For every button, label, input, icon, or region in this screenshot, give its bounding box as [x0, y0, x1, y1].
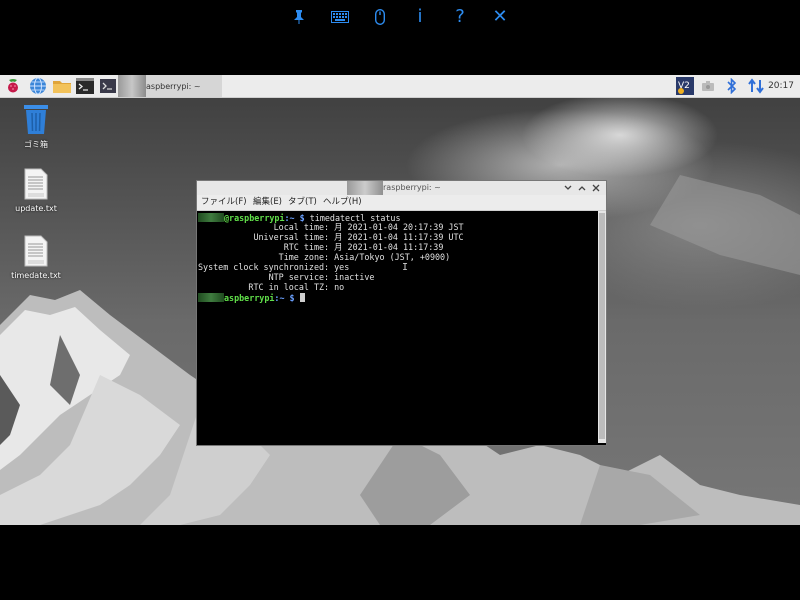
camera-tray-icon[interactable] — [700, 77, 716, 95]
network-transfer-icon[interactable] — [746, 77, 766, 95]
trash-icon — [24, 105, 48, 134]
terminal-scrollbar[interactable] — [598, 211, 606, 443]
clock[interactable]: 20:17 — [768, 75, 794, 97]
terminal-output[interactable]: @raspberrypi:~ $ timedatectl status Loca… — [197, 211, 598, 443]
redacted-username — [198, 213, 224, 222]
web-browser-icon[interactable] — [28, 77, 48, 95]
info-icon[interactable]: i — [407, 4, 433, 30]
chevron-up-icon — [578, 186, 586, 191]
desktop-icon-trash[interactable]: ゴミ箱 — [6, 103, 66, 150]
minimize-button[interactable] — [562, 181, 574, 195]
pin-icon[interactable] — [286, 4, 312, 30]
terminal-task-icon[interactable] — [99, 77, 117, 95]
close-icon — [592, 184, 600, 192]
file-manager-icon[interactable] — [52, 77, 72, 95]
mouse-icon[interactable] — [367, 4, 393, 30]
terminal-menubar: ファイル(F) 編集(E) タブ(T) ヘルプ(H) — [197, 195, 606, 211]
desktop-icon-update-txt[interactable]: update.txt — [6, 168, 66, 213]
text-cursor — [299, 293, 305, 302]
text-file-icon — [24, 168, 48, 200]
taskbar-window-label: aspberrypi: ~ — [146, 81, 201, 91]
terminal-prompt-line: aspberrypi:~ $ — [198, 293, 305, 303]
help-icon[interactable]: ? — [447, 4, 473, 30]
scrollbar-thumb[interactable] — [599, 213, 605, 439]
terminal-line: RTC in local TZ: no — [198, 282, 345, 292]
raspberry-menu-icon[interactable] — [4, 77, 22, 95]
redacted-username — [347, 181, 383, 195]
remote-toolbar: i ? ✕ — [0, 0, 800, 75]
taskbar-window-terminal[interactable]: aspberrypi: ~ — [118, 75, 222, 97]
bluetooth-icon[interactable] — [724, 77, 740, 95]
menu-edit[interactable]: 編集(E) — [253, 195, 282, 210]
menu-file[interactable]: ファイル(F) — [201, 195, 247, 210]
terminal-launcher-icon[interactable] — [75, 77, 95, 95]
maximize-button[interactable] — [576, 181, 588, 195]
redacted-username — [198, 293, 224, 302]
mouse-ibeam-cursor: I — [402, 262, 409, 273]
terminal-title: raspberrypi: ~ — [347, 181, 441, 195]
redacted-username — [118, 75, 146, 97]
taskbar: aspberrypi: ~ V2 20:17 — [0, 75, 800, 98]
desktop-icon-label: timedate.txt — [11, 271, 61, 280]
desktop-icon-label: update.txt — [15, 204, 57, 213]
menu-help[interactable]: ヘルプ(H) — [323, 195, 362, 210]
menu-tabs[interactable]: タブ(T) — [288, 195, 317, 210]
chevron-down-icon — [564, 185, 572, 190]
text-file-icon — [24, 235, 48, 267]
desktop-icon-timedate-txt[interactable]: timedate.txt — [6, 235, 66, 280]
window-close-button[interactable] — [590, 181, 602, 195]
desktop-icon-label: ゴミ箱 — [24, 140, 48, 149]
terminal-titlebar[interactable]: raspberrypi: ~ — [197, 181, 606, 195]
terminal-window[interactable]: raspberrypi: ~ ファイル(F) 編集(E) タブ(T) ヘルプ(H… — [196, 180, 607, 446]
keyboard-icon[interactable] — [327, 4, 353, 30]
close-icon[interactable]: ✕ — [487, 4, 513, 30]
vnc-tray-icon[interactable]: V2 — [676, 77, 694, 95]
